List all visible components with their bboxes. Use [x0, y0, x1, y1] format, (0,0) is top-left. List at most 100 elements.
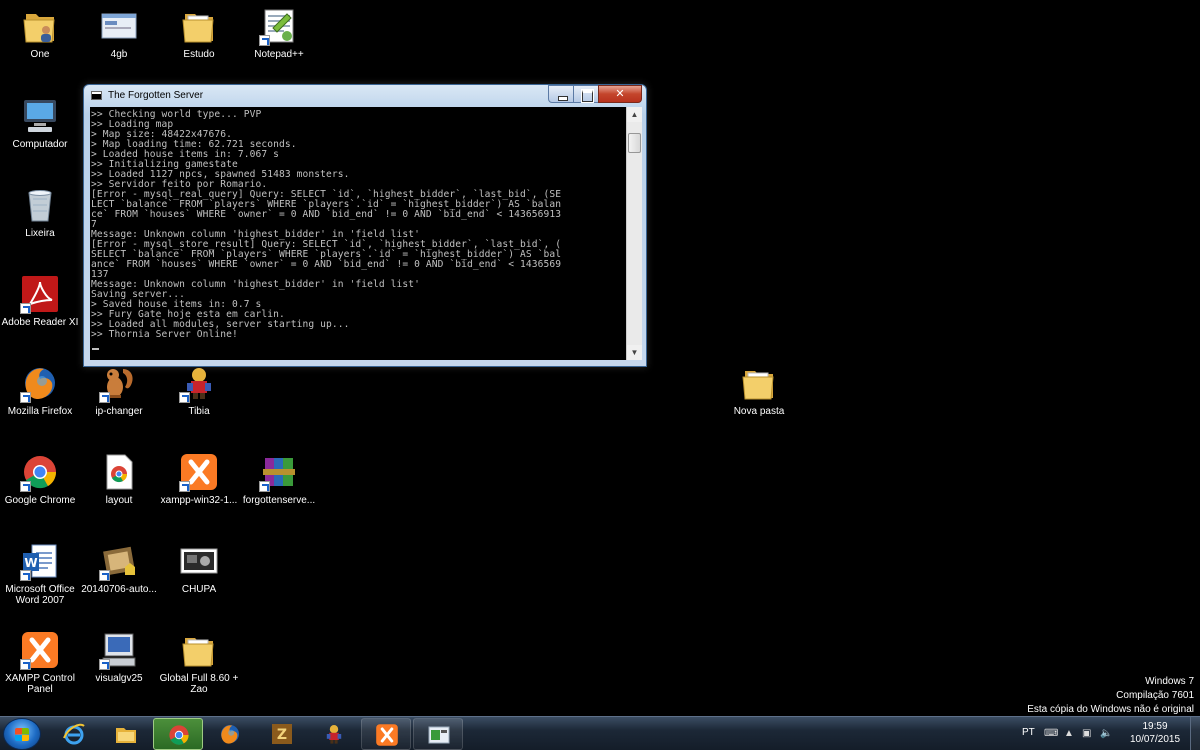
icon-adobe-reader[interactable]: Adobe Reader XI — [0, 274, 80, 328]
console-cursor — [92, 348, 99, 350]
taskbar-winrar-button[interactable]: Z — [257, 718, 307, 750]
icon-one[interactable]: One — [0, 6, 80, 60]
show-hidden-icons-icon[interactable]: ▲ — [1064, 728, 1074, 739]
taskbar-chrome-button[interactable] — [153, 718, 203, 750]
clock-time: 19:59 — [1142, 721, 1168, 732]
folder-icon — [179, 6, 219, 46]
shortcut-arrow-icon — [20, 659, 31, 670]
folder-icon — [179, 630, 219, 670]
xampp-icon — [376, 724, 398, 746]
xampp-icon — [179, 452, 219, 492]
icon-computador[interactable]: Computador — [0, 96, 80, 150]
console-app-icon — [91, 91, 102, 100]
adobe-icon — [20, 274, 60, 314]
maximize-button[interactable] — [573, 85, 599, 103]
svg-text:Z: Z — [277, 727, 287, 743]
scroll-thumb[interactable] — [628, 133, 641, 153]
recycle-bin-icon — [20, 185, 60, 225]
network-icon[interactable]: ▣ — [1082, 728, 1091, 739]
icon-xampp-win32[interactable]: xampp-win32-1... — [159, 452, 239, 506]
icon-word-2007[interactable]: W Microsoft Office Word 2007 — [0, 541, 80, 606]
windows-watermark: Windows 7 Compilação 7601 Esta cópia do … — [1027, 675, 1194, 717]
taskbar-explorer-button[interactable] — [101, 718, 151, 750]
explorer-icon — [116, 728, 136, 743]
window-file-icon — [99, 6, 139, 46]
shortcut-arrow-icon — [20, 303, 31, 314]
shortcut-arrow-icon — [99, 392, 110, 403]
console-line: ance` FROM `houses` WHERE `owner` = 0 AN… — [91, 259, 562, 270]
console-line: ce` FROM `houses` WHERE `owner` = 0 AND … — [91, 209, 562, 220]
chrome-doc-icon — [99, 452, 139, 492]
squirrel-icon — [99, 363, 139, 403]
watermark-build: Compilação 7601 — [1116, 690, 1194, 701]
icon-notepadpp[interactable]: Notepad++ — [239, 6, 319, 60]
chrome-icon — [169, 725, 189, 745]
shortcut-arrow-icon — [20, 481, 31, 492]
icon-visualgv25[interactable]: visualgv25 — [79, 630, 159, 684]
winrar-icon — [259, 452, 299, 492]
keyboard-icon[interactable]: ⌨ — [1044, 728, 1058, 739]
taskbar-xampp-button[interactable] — [361, 718, 411, 750]
word-icon: W — [20, 541, 60, 581]
scroll-down-icon[interactable]: ▼ — [627, 345, 642, 360]
icon-lixeira[interactable]: Lixeira — [0, 185, 80, 239]
shortcut-arrow-icon — [99, 570, 110, 581]
folder-user-icon — [20, 6, 60, 46]
clock-date: 10/07/2015 — [1129, 734, 1181, 745]
notepad-icon — [259, 6, 299, 46]
taskbar-console-button[interactable] — [413, 718, 463, 750]
shortcut-arrow-icon — [259, 481, 270, 492]
console-cursor-line — [90, 340, 626, 350]
close-button[interactable] — [598, 85, 642, 103]
tibia-icon — [326, 725, 342, 744]
icon-ip-changer[interactable]: ip-changer — [79, 363, 159, 417]
tibia-icon — [179, 363, 219, 403]
taskbar-firefox-button[interactable] — [205, 718, 255, 750]
watermark-os: Windows 7 — [1145, 676, 1194, 687]
start-button[interactable] — [3, 718, 41, 750]
show-desktop-button[interactable] — [1190, 717, 1200, 750]
volume-icon[interactable]: 🔈 — [1100, 728, 1112, 739]
console-line: >> Thornia Server Online! — [91, 329, 238, 340]
taskbar-tibia-button[interactable] — [309, 718, 359, 750]
icon-google-chrome[interactable]: Google Chrome — [0, 452, 80, 506]
icon-chupa[interactable]: CHUPA — [159, 541, 239, 595]
shortcut-arrow-icon — [20, 570, 31, 581]
shortcut-arrow-icon — [179, 481, 190, 492]
clock[interactable]: 19:59 10/07/2015 — [1120, 720, 1190, 746]
icon-nova-pasta[interactable]: Nova pasta — [719, 363, 799, 417]
console-window[interactable]: The Forgotten Server >> Checking world t… — [83, 84, 647, 367]
taskbar-ie-button[interactable] — [49, 718, 99, 750]
firefox-icon — [20, 363, 60, 403]
icon-4gb[interactable]: 4gb — [79, 6, 159, 60]
icon-tibia[interactable]: Tibia — [159, 363, 239, 417]
icon-forgottenserver[interactable]: forgottenserve... — [239, 452, 319, 506]
firefox-icon — [221, 725, 239, 744]
icon-20140706[interactable]: 20140706-auto... — [79, 541, 159, 595]
icon-global-full[interactable]: Global Full 8.60 + Zao — [159, 630, 239, 695]
icon-firefox[interactable]: Mozilla Firefox — [0, 363, 80, 417]
icon-xampp-control[interactable]: XAMPP Control Panel — [0, 630, 80, 695]
chrome-icon — [20, 452, 60, 492]
folder-icon — [739, 363, 779, 403]
shortcut-arrow-icon — [20, 392, 31, 403]
xampp-icon — [20, 630, 60, 670]
scroll-up-icon[interactable]: ▲ — [627, 107, 642, 122]
language-indicator[interactable]: PT — [1022, 727, 1035, 738]
window-title: The Forgotten Server — [108, 90, 204, 101]
ie-icon — [63, 723, 85, 745]
minimize-button[interactable] — [548, 85, 574, 103]
console-output[interactable]: >> Checking world type... PVP >> Loading … — [90, 107, 626, 360]
image-icon — [179, 541, 219, 581]
icon-layout[interactable]: layout — [79, 452, 159, 506]
console-icon — [428, 726, 450, 744]
svg-text:W: W — [24, 556, 37, 570]
watermark-notice: Esta cópia do Windows não é original — [1027, 704, 1194, 715]
taskbar: Z PT ⌨ ▲ ▣ 🔈 19:59 10/07/2015 — [0, 716, 1200, 750]
vertical-scrollbar[interactable]: ▲ ▼ — [626, 107, 642, 360]
computer-icon — [20, 96, 60, 136]
pc-icon — [99, 630, 139, 670]
shortcut-arrow-icon — [179, 392, 190, 403]
icon-estudo[interactable]: Estudo — [159, 6, 239, 60]
window-titlebar[interactable]: The Forgotten Server — [84, 85, 646, 107]
